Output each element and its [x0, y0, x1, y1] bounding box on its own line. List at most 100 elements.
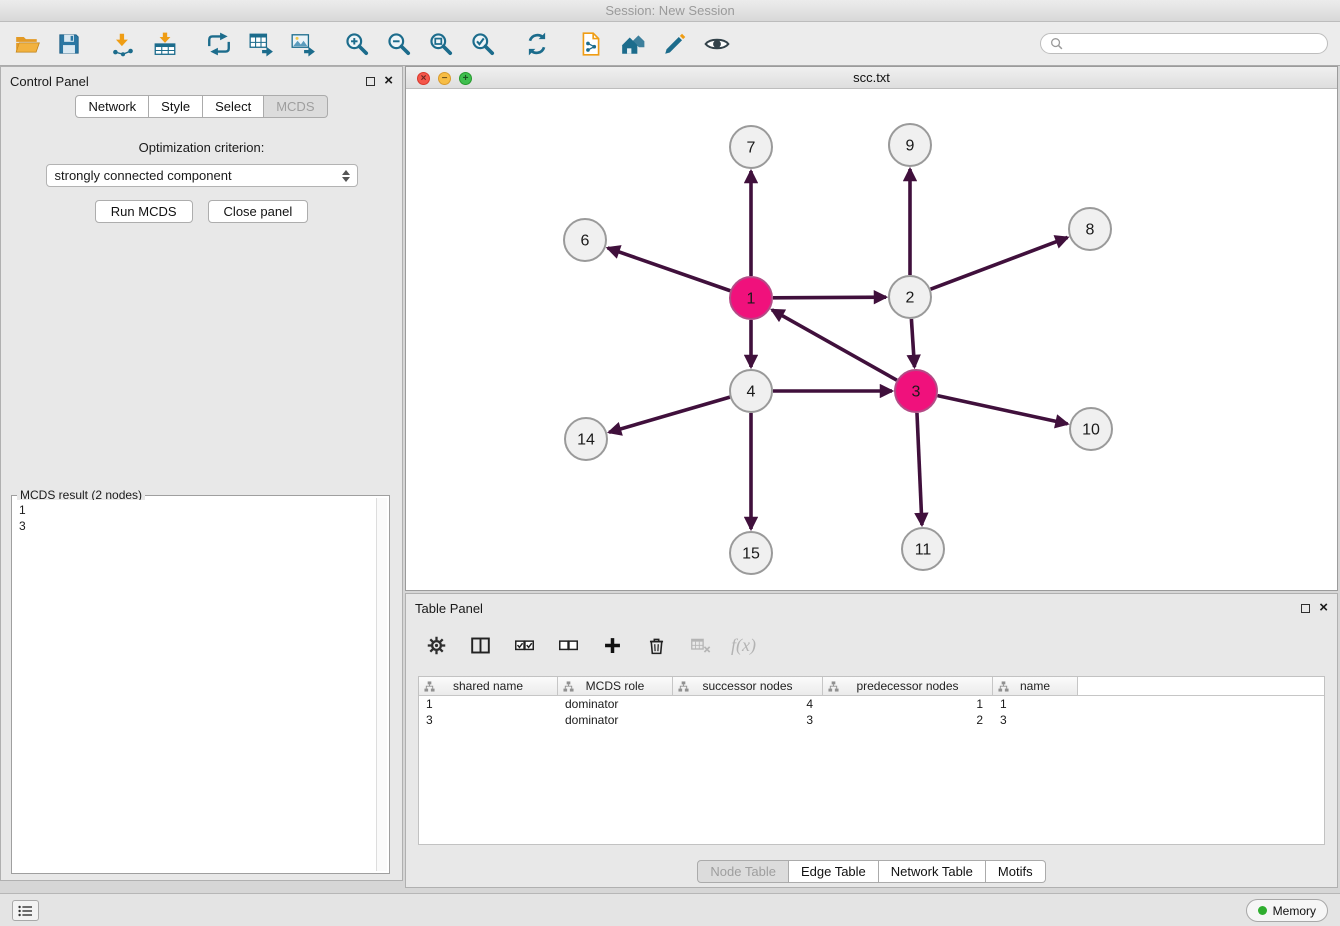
node-10[interactable]: 10 — [1070, 408, 1112, 450]
node-9[interactable]: 9 — [889, 124, 931, 166]
plus-icon[interactable] — [599, 632, 625, 658]
tab-mcds[interactable]: MCDS — [264, 95, 327, 118]
close-panel-icon[interactable]: × — [384, 75, 393, 87]
search-field[interactable] — [1040, 33, 1328, 54]
sort-hierarchy-icon — [563, 681, 574, 695]
node-6[interactable]: 6 — [564, 219, 606, 261]
curved-arrows-icon[interactable] — [204, 29, 234, 59]
table-row[interactable]: 1dominator411 — [419, 696, 1324, 712]
column-header-name[interactable]: name — [993, 677, 1078, 695]
traffic-lights: × − + — [417, 72, 472, 85]
network-canvas[interactable]: 7 9 6 8 1 2 4 3 14 10 15 11 — [406, 89, 1337, 590]
float-table-panel-icon[interactable] — [1301, 604, 1310, 613]
import-network-icon[interactable] — [108, 29, 138, 59]
svg-text:14: 14 — [577, 432, 595, 449]
node-3[interactable]: 3 — [895, 370, 937, 412]
zoom-fit-icon[interactable] — [426, 29, 456, 59]
svg-text:10: 10 — [1082, 422, 1100, 439]
column-header-predecessor-nodes[interactable]: predecessor nodes — [823, 677, 993, 695]
pen-style-icon[interactable] — [660, 29, 690, 59]
node-7[interactable]: 7 — [730, 126, 772, 168]
edge-1-6[interactable] — [608, 248, 731, 291]
column-header-mcds-role[interactable]: MCDS role — [558, 677, 673, 695]
zoom-out-icon[interactable] — [384, 29, 414, 59]
search-input[interactable] — [1068, 37, 1318, 51]
checked-boxes-icon[interactable] — [511, 632, 537, 658]
save-disk-icon[interactable] — [54, 29, 84, 59]
import-table-icon[interactable] — [150, 29, 180, 59]
gear-icon[interactable] — [423, 632, 449, 658]
column-header-shared-name[interactable]: shared name — [419, 677, 558, 695]
export-table-icon[interactable] — [246, 29, 276, 59]
edge-3-10[interactable] — [937, 396, 1067, 424]
svg-text:4: 4 — [747, 384, 756, 401]
sort-hierarchy-icon — [678, 681, 689, 695]
export-image-icon[interactable] — [288, 29, 318, 59]
table-panel-header: Table Panel × — [406, 594, 1337, 622]
cell: 3 — [419, 712, 558, 728]
tab-network[interactable]: Network — [75, 95, 149, 118]
control-panel-header: Control Panel × — [1, 67, 402, 95]
tab-style[interactable]: Style — [149, 95, 203, 118]
toolbar-group — [108, 29, 180, 59]
main-toolbar — [0, 22, 1340, 66]
table-toolbar: f(x) — [406, 622, 1337, 668]
tab-select[interactable]: Select — [203, 95, 264, 118]
network-window: × − + scc.txt 7 9 6 8 1 2 4 3 14 10 15 11 — [405, 66, 1338, 591]
table-tab-network-table[interactable]: Network Table — [879, 860, 986, 883]
result-scrollbar[interactable] — [376, 498, 387, 871]
minimize-window-icon[interactable]: − — [438, 72, 451, 85]
task-history-button[interactable] — [12, 900, 39, 921]
status-bar: Memory — [0, 893, 1340, 926]
table-header-row: shared name MCDS role successor nodes prede… — [419, 677, 1324, 696]
svg-text:6: 6 — [581, 233, 590, 250]
run-mcds-button[interactable]: Run MCDS — [95, 200, 193, 223]
refresh-icon[interactable] — [522, 29, 552, 59]
control-panel-title: Control Panel — [10, 74, 89, 89]
column-header-successor-nodes[interactable]: successor nodes — [673, 677, 823, 695]
criterion-dropdown[interactable]: strongly connected component — [46, 164, 358, 187]
network-window-title: scc.txt — [853, 70, 890, 85]
edge-1-2[interactable] — [773, 297, 886, 298]
trash-icon[interactable] — [643, 632, 669, 658]
close-table-panel-icon[interactable]: × — [1319, 602, 1328, 614]
node-15[interactable]: 15 — [730, 532, 772, 574]
cell: 3 — [993, 712, 1078, 728]
eye-icon[interactable] — [702, 29, 732, 59]
table-tab-edge-table[interactable]: Edge Table — [789, 860, 879, 883]
zoom-window-icon[interactable]: + — [459, 72, 472, 85]
edge-4-14[interactable] — [609, 397, 730, 432]
memory-button[interactable]: Memory — [1246, 899, 1328, 922]
float-panel-icon[interactable] — [366, 77, 375, 86]
zoom-selected-icon[interactable] — [468, 29, 498, 59]
open-folder-icon[interactable] — [12, 29, 42, 59]
document-network-icon[interactable] — [576, 29, 606, 59]
svg-text:15: 15 — [742, 546, 760, 563]
node-8[interactable]: 8 — [1069, 208, 1111, 250]
table-tab-motifs[interactable]: Motifs — [986, 860, 1046, 883]
edge-2-8[interactable] — [931, 237, 1068, 289]
table-tab-node-table[interactable]: Node Table — [697, 860, 789, 883]
toolbar-group — [12, 29, 84, 59]
edge-3-1[interactable] — [772, 310, 897, 380]
node-4[interactable]: 4 — [730, 370, 772, 412]
node-1[interactable]: 1 — [730, 277, 772, 319]
svg-text:9: 9 — [906, 138, 915, 155]
edge-3-11[interactable] — [917, 413, 922, 525]
table-row[interactable]: 3dominator323 — [419, 712, 1324, 728]
column-label: MCDS role — [586, 679, 645, 693]
close-window-icon[interactable]: × — [417, 72, 430, 85]
node-11[interactable]: 11 — [902, 528, 944, 570]
home-icon[interactable] — [618, 29, 648, 59]
close-panel-button[interactable]: Close panel — [208, 200, 309, 223]
criterion-dropdown-value: strongly connected component — [55, 168, 232, 183]
column-label: predecessor nodes — [856, 679, 958, 693]
edge-2-3[interactable] — [911, 319, 914, 367]
unchecked-boxes-icon[interactable] — [555, 632, 581, 658]
zoom-in-icon[interactable] — [342, 29, 372, 59]
sort-hierarchy-icon — [424, 681, 435, 695]
split-panel-icon[interactable] — [467, 632, 493, 658]
node-2[interactable]: 2 — [889, 276, 931, 318]
toolbar-group — [342, 29, 498, 59]
node-14[interactable]: 14 — [565, 418, 607, 460]
